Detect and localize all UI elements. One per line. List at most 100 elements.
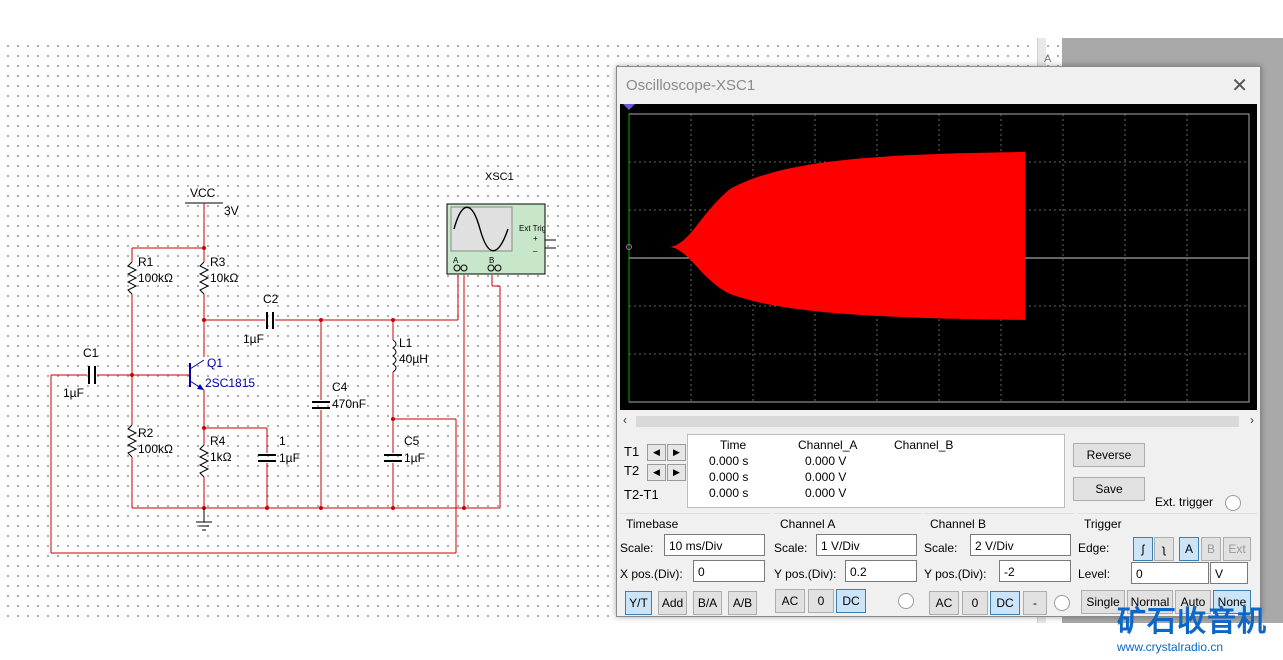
t1-right-button[interactable]: ▶ [667, 444, 686, 461]
r1-value: 100kΩ [138, 271, 173, 285]
readout-t1-time: 0.000 s [709, 454, 749, 468]
q1-value: 2SC1815 [205, 376, 255, 390]
c2-value: 1µF [243, 332, 264, 346]
readout-t1-a: 0.000 V [805, 454, 847, 468]
xpos-field[interactable]: 0 [693, 560, 765, 582]
trigger-source-a-button[interactable]: A [1179, 537, 1199, 561]
scope-b-label: B [489, 256, 494, 265]
circuit-schematic: VCC 3V R1 100kΩ R3 10kΩ C2 1µF C1 1µF Q1… [50, 171, 556, 554]
trigger-source-b-button[interactable]: B [1201, 537, 1221, 561]
watermark: 矿石收音机 www.crystalradio.cn [1117, 598, 1283, 660]
close-icon[interactable]: ✕ [1231, 73, 1248, 98]
edge-fall-icon[interactable]: ʅ [1154, 537, 1174, 561]
scope-ext-trig: Ext Trig [519, 224, 546, 233]
cx-value: 1µF [279, 451, 300, 465]
mode-ba-button[interactable]: B/A [693, 591, 722, 615]
mode-add-button[interactable]: Add [658, 591, 687, 615]
channel-a-zero-button[interactable]: 0 [808, 589, 834, 613]
scope-minus: _ [532, 243, 538, 252]
c5-name: C5 [404, 434, 420, 448]
resistor-r2 [126, 424, 138, 458]
vcc-label: VCC [190, 186, 216, 200]
t1-label: T1 [624, 444, 640, 459]
resistor-r4 [198, 444, 210, 478]
channel-b-scale-field[interactable]: 2 V/Div [970, 534, 1071, 556]
mode-yt-button[interactable]: Y/T [625, 591, 652, 615]
c4-value: 470nF [332, 397, 366, 411]
channel-b-dc-button[interactable]: DC [990, 591, 1020, 615]
t2-left-button[interactable]: ◀ [647, 464, 666, 481]
readout-diff-a: 0.000 V [805, 486, 847, 500]
edge-label: Edge: [1078, 541, 1110, 555]
watermark-text: 矿石收音机 [1117, 606, 1268, 638]
level-label: Level: [1078, 567, 1111, 581]
t2-right-button[interactable]: ▶ [667, 464, 686, 481]
trigger-source-ext-button[interactable]: Ext [1223, 537, 1251, 561]
scope-screen[interactable] [620, 104, 1257, 410]
channel-b-radio[interactable] [1054, 595, 1070, 611]
r2-name: R2 [138, 426, 154, 440]
channel-a-scale-label: Scale: [774, 541, 808, 555]
r3-name: R3 [210, 255, 226, 269]
channel-b-group: Channel B Scale: 2 V/Div Y pos.(Div): -2… [924, 513, 1074, 617]
c4-name: C4 [332, 380, 348, 394]
c1-value: 1µF [63, 386, 84, 400]
timebase-scale-field[interactable]: 10 ms/Div [664, 534, 765, 556]
c1-name: C1 [83, 346, 99, 360]
scope-display [623, 104, 1250, 403]
channel-a-radio[interactable] [898, 593, 914, 609]
channel-b-minus-button[interactable]: - [1023, 591, 1047, 615]
readout-header-a: Channel_A [798, 438, 858, 452]
ext-trigger-radio[interactable] [1225, 495, 1241, 511]
c2-name: C2 [263, 292, 279, 306]
horizontal-scrollbar[interactable]: ‹ › [620, 413, 1257, 430]
l1-name: L1 [399, 336, 413, 350]
cursor-readout: Time Channel_A Channel_B 0.000 s 0.000 V… [687, 434, 1065, 508]
level-unit-select[interactable]: V [1210, 562, 1248, 584]
scope-a-label: A [453, 256, 459, 265]
t2-label: T2 [624, 463, 640, 478]
r4-name: R4 [210, 434, 226, 448]
mode-ab-button[interactable]: A/B [728, 591, 757, 615]
t1-left-button[interactable]: ◀ [647, 444, 666, 461]
q1-name: Q1 [207, 356, 223, 370]
resistor-r1 [126, 261, 138, 295]
readout-t2-a: 0.000 V [805, 470, 847, 484]
scroll-left-icon[interactable]: ‹ [623, 413, 627, 427]
watermark-url: www.crystalradio.cn [1117, 640, 1224, 654]
timebase-group: Timebase Scale: 10 ms/Div X pos.(Div): 0… [620, 513, 770, 617]
cursor-marker-icon [623, 104, 635, 110]
readout-header-time: Time [720, 438, 747, 452]
channel-a-scale-field[interactable]: 1 V/Div [816, 534, 917, 556]
channel-a-ypos-field[interactable]: 0.2 [845, 560, 917, 582]
timebase-scale-label: Scale: [620, 541, 654, 555]
readout-t2-time: 0.000 s [709, 470, 749, 484]
channel-b-title: Channel B [930, 517, 987, 531]
r2-value: 100kΩ [138, 442, 173, 456]
scope-plus: + [533, 234, 538, 243]
reverse-button[interactable]: Reverse [1073, 443, 1145, 467]
channel-a-title: Channel A [780, 517, 836, 531]
channel-b-ypos-field[interactable]: -2 [999, 560, 1071, 582]
scroll-right-icon[interactable]: › [1250, 413, 1254, 427]
timebase-title: Timebase [626, 517, 679, 531]
c5-value: 1µF [404, 451, 425, 465]
edge-letter: A [1044, 53, 1052, 65]
channel-a-trace [629, 152, 1025, 320]
oscilloscope-window: Oscilloscope-XSC1 ✕ ‹ › T1 T2 T2-T1 ◀ ▶ … [616, 66, 1261, 617]
channel-a-ac-button[interactable]: AC [775, 589, 805, 613]
channel-a-group: Channel A Scale: 1 V/Div Y pos.(Div): 0.… [774, 513, 922, 617]
trigger-title: Trigger [1084, 517, 1122, 531]
channel-b-ac-button[interactable]: AC [929, 591, 959, 615]
save-button[interactable]: Save [1073, 477, 1145, 501]
channel-b-scale-label: Scale: [924, 541, 958, 555]
channel-a-dc-button[interactable]: DC [836, 589, 866, 613]
window-title: Oscilloscope-XSC1 [626, 77, 756, 94]
level-field[interactable]: 0 [1131, 562, 1209, 584]
r3-value: 10kΩ [210, 271, 238, 285]
channel-b-zero-button[interactable]: 0 [962, 591, 988, 615]
resistor-r3 [198, 261, 210, 295]
edge-rise-icon[interactable]: ʃ [1133, 537, 1153, 561]
r1-name: R1 [138, 255, 154, 269]
readout-diff-time: 0.000 s [709, 486, 749, 500]
